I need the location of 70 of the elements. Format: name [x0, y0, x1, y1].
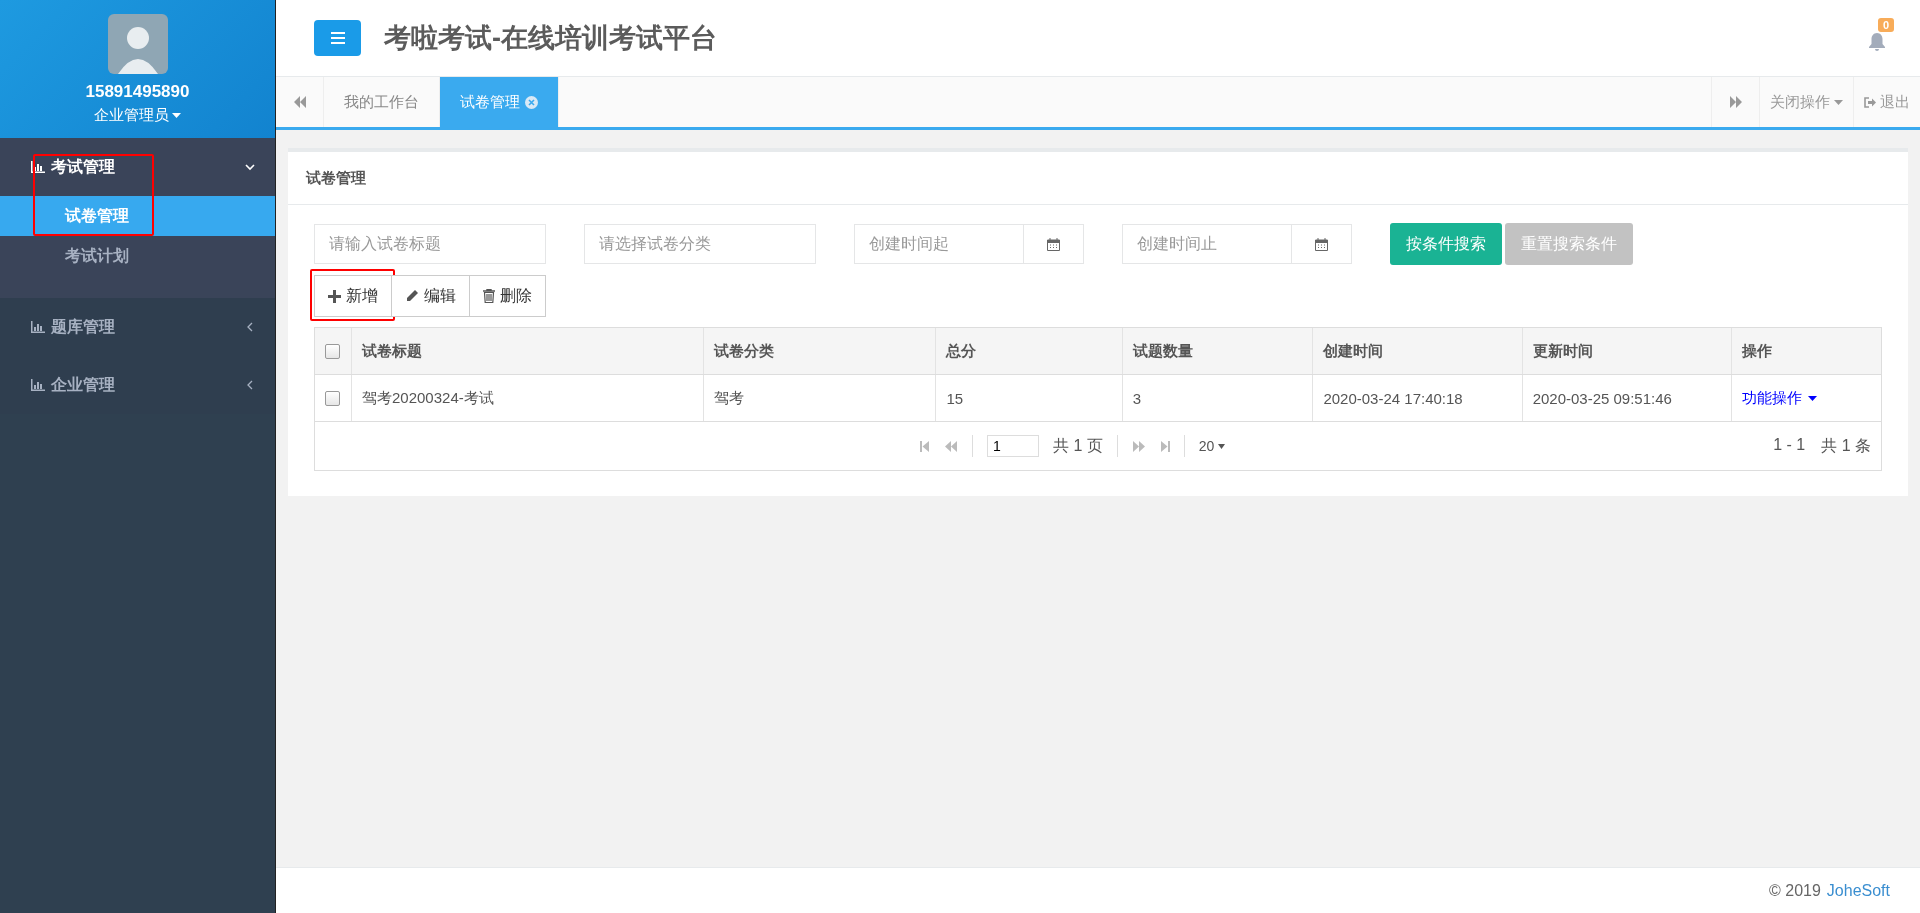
edit-button[interactable]: 编辑: [391, 275, 470, 317]
close-icon[interactable]: [525, 95, 538, 109]
logout-icon: [1864, 96, 1876, 108]
menu-group[interactable]: 考试管理: [0, 138, 275, 196]
table-cell: 3: [1122, 375, 1314, 421]
column-header[interactable]: 试卷标题: [352, 328, 705, 374]
bar-chart-icon: [31, 379, 45, 391]
actions-dropdown[interactable]: 功能操作: [1741, 388, 1817, 408]
next-page-icon[interactable]: [1131, 440, 1146, 452]
table-cell: 15: [936, 375, 1123, 421]
column-header[interactable]: 创建时间: [1313, 328, 1523, 374]
menu-group-label: 考试管理: [51, 156, 115, 177]
bell-icon[interactable]: [1868, 31, 1886, 52]
bar-chart-icon: [31, 161, 45, 173]
menu-icon: [330, 32, 345, 44]
column-header[interactable]: 操作: [1731, 328, 1881, 374]
pencil-icon: [405, 289, 419, 303]
text-field[interactable]: 请输入试卷标题: [314, 224, 546, 264]
table-cell: 2020-03-25 09:51:46: [1522, 375, 1732, 421]
notification-badge: 0: [1878, 17, 1895, 32]
menu-group-label: 题库管理: [51, 316, 115, 337]
double-right-icon: [1728, 96, 1743, 108]
page-size-dropdown[interactable]: 20: [1198, 438, 1226, 454]
text-field[interactable]: 请选择试卷分类: [584, 224, 816, 264]
column-header[interactable]: 试题数量: [1122, 328, 1314, 374]
user-name: 15891495890: [85, 82, 190, 102]
double-left-icon: [292, 96, 307, 108]
caret-icon: [1218, 443, 1226, 449]
menu-group[interactable]: 题库管理: [0, 298, 275, 356]
page-count: 共 1 页: [1053, 435, 1103, 456]
menu-item[interactable]: 考试计划: [0, 236, 275, 276]
calendar-icon: [1047, 237, 1060, 251]
caret-icon: [172, 113, 181, 118]
column-header[interactable]: 更新时间: [1522, 328, 1732, 374]
record-total: 共 1 条: [1821, 435, 1871, 456]
calendar-button[interactable]: [1024, 224, 1084, 264]
last-page-icon[interactable]: [1159, 440, 1170, 452]
column-header[interactable]: 试卷分类: [704, 328, 937, 374]
add-button[interactable]: 新增: [314, 275, 392, 317]
app-title: 考啦考试-在线培训考试平台: [384, 22, 717, 55]
plus-icon: [328, 289, 341, 303]
first-page-icon[interactable]: [920, 440, 930, 452]
checkbox[interactable]: [325, 390, 341, 406]
tab-label: 我的工作台: [344, 92, 419, 112]
caret-icon: [1834, 99, 1843, 105]
date-field[interactable]: 创建时间止: [1122, 224, 1292, 264]
copyright-text: © 2019: [1769, 881, 1821, 900]
delete-button[interactable]: 删除: [469, 275, 546, 317]
date-field[interactable]: 创建时间起: [854, 224, 1024, 264]
role-dropdown[interactable]: 企业管理员: [94, 106, 181, 125]
record-range: 1 - 1: [1773, 435, 1806, 455]
calendar-icon: [1315, 237, 1328, 251]
previous-page-icon[interactable]: [944, 440, 958, 452]
bar-chart-icon: [31, 321, 45, 333]
checkbox[interactable]: [325, 343, 341, 359]
page-number-field[interactable]: 1: [987, 435, 1039, 457]
column-header[interactable]: 总分: [936, 328, 1123, 374]
avatar-icon[interactable]: [107, 14, 168, 74]
tab-label: 试卷管理: [460, 92, 520, 112]
menu-group[interactable]: 企业管理: [0, 356, 275, 414]
caret-icon: [1807, 395, 1817, 401]
menu-button[interactable]: [314, 20, 361, 56]
panel-title: 试卷管理: [288, 152, 1908, 205]
trash-icon: [483, 289, 495, 303]
company-name: JoheSoft: [1826, 881, 1890, 900]
table-cell: 驾考: [704, 375, 937, 421]
menu-group-label: 企业管理: [51, 374, 115, 395]
calendar-button[interactable]: [1292, 224, 1352, 264]
table-cell: 2020-03-24 17:40:18: [1313, 375, 1523, 421]
table-cell: 驾考20200324-考试: [352, 375, 705, 421]
